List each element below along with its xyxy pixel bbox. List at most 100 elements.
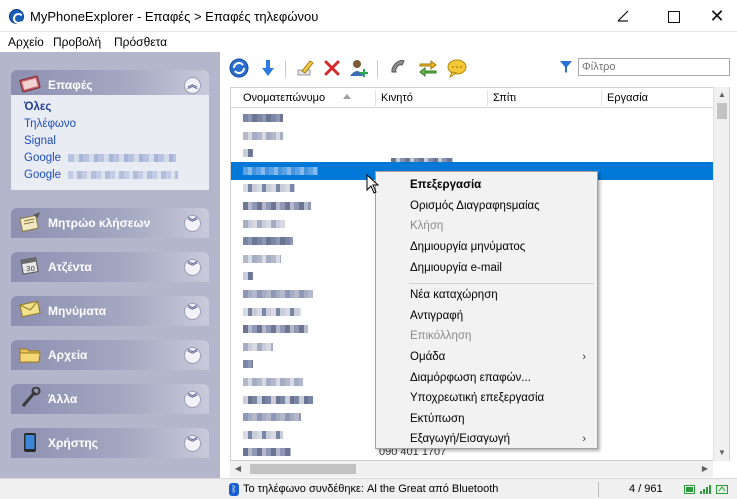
ctx-label: Αντιγραφή <box>410 310 464 322</box>
redacted-account <box>68 170 179 179</box>
ctx-force-edit[interactable]: Υποχρεωτική επεξεργασία <box>377 388 596 408</box>
redacted-contact-name <box>243 114 283 122</box>
ctx-new-entry[interactable]: Νέα καταχώρηση <box>377 285 596 305</box>
context-menu: Επεξεργασία Ορισμός Διαγραφηsμαίας Κλήση… <box>375 171 598 449</box>
sidebar-group-calendar[interactable]: 30 Ατζέντα ︾ <box>11 252 209 282</box>
redacted-contact-name <box>243 202 311 210</box>
menu-view[interactable]: Προβολή <box>53 35 101 49</box>
ctx-configure-contacts[interactable]: Διαμόρφωση επαφών... <box>377 368 596 388</box>
sync-icon[interactable] <box>417 58 439 80</box>
network-icon <box>716 485 728 494</box>
column-header-name[interactable]: Ονοματεπώνυμο <box>243 92 325 104</box>
filter-input[interactable] <box>578 58 730 76</box>
chevron-right-icon: › <box>582 433 586 445</box>
menu-file[interactable]: Αρχείο <box>8 35 44 49</box>
filter-google-1[interactable]: Google <box>24 152 177 164</box>
chevron-down-icon[interactable]: ︾ <box>184 435 201 452</box>
toolbar-separator <box>285 60 286 78</box>
column-header-home[interactable]: Σπίτι <box>493 92 516 104</box>
column-header-work[interactable]: Εργασία <box>607 92 648 104</box>
filter-funnel-icon <box>560 61 572 73</box>
call-icon[interactable] <box>387 58 409 80</box>
add-contact-icon[interactable] <box>348 58 370 80</box>
ctx-label: Νέα καταχώρηση <box>410 289 498 301</box>
sidebar-group-messages[interactable]: Μηνύματα ︾ <box>11 296 209 326</box>
ctx-separator <box>409 283 594 284</box>
ctx-export-import[interactable]: Εξαγωγή/Εισαγωγή › <box>377 429 596 449</box>
sidebar-group-files[interactable]: Αρχεία ︾ <box>11 340 209 370</box>
battery-icon <box>684 485 695 494</box>
vertical-scroll-thumb[interactable] <box>717 103 727 119</box>
sidebar-group-title: Χρήστης <box>48 436 98 450</box>
ctx-new-email[interactable]: Δημιουργία e-mail <box>377 258 596 278</box>
contacts-book-icon <box>17 73 43 97</box>
sidebar-group-title: Αρχεία <box>48 348 88 362</box>
ctx-copy[interactable]: Αντιγραφή <box>377 306 596 326</box>
chevron-down-icon[interactable]: ︾ <box>184 391 201 408</box>
delete-icon[interactable] <box>321 58 343 80</box>
ctx-label: Ομάδα <box>410 351 446 363</box>
edit-icon[interactable] <box>294 58 316 80</box>
menu-addons[interactable]: Πρόσθετα <box>114 35 167 49</box>
filter-all[interactable]: Όλες <box>24 101 51 113</box>
message-icon[interactable] <box>446 58 468 80</box>
redacted-contact-name <box>243 378 303 386</box>
sidebar-group-title: Μητρώο κλήσεων <box>48 216 151 230</box>
vertical-scrollbar[interactable]: ▲ ▼ <box>713 87 729 461</box>
contact-count: 4 / 961 <box>629 483 663 495</box>
table-header: Ονοματεπώνυμο Κινητό Σπίτι Εργασία <box>231 88 729 108</box>
sidebar-group-user[interactable]: Χρήστης ︾ <box>11 428 209 458</box>
ctx-label: Εξαγωγή/Εισαγωγή <box>410 433 511 445</box>
ctx-call[interactable]: Κλήση <box>377 216 596 236</box>
ctx-paste[interactable]: Επικόλληση <box>377 326 596 346</box>
scroll-up-icon[interactable]: ▲ <box>714 87 730 103</box>
chevron-down-icon[interactable]: ︾ <box>184 303 201 320</box>
maximize-button[interactable] <box>651 0 697 32</box>
sidebar-group-call-log[interactable]: Μητρώο κλήσεων ︾ <box>11 208 209 238</box>
ctx-print[interactable]: Εκτύπωση <box>377 409 596 429</box>
filter-google-2[interactable]: Google <box>24 169 179 181</box>
ctx-edit[interactable]: Επεξεργασία <box>377 175 596 195</box>
chevron-down-icon[interactable]: ︾ <box>184 347 201 364</box>
horizontal-scroll-thumb[interactable] <box>250 464 356 474</box>
ctx-label: Κλήση <box>410 220 444 232</box>
column-divider[interactable] <box>375 90 376 106</box>
filter-signal[interactable]: Signal <box>24 135 56 147</box>
redacted-contact-name <box>243 360 253 369</box>
sidebar-group-other[interactable]: Άλλα ︾ <box>11 384 209 414</box>
table-row[interactable] <box>231 109 717 127</box>
download-icon[interactable] <box>257 58 279 80</box>
ctx-group[interactable]: Ομάδα › <box>377 347 596 367</box>
table-row[interactable] <box>231 144 717 167</box>
redacted-contact-name <box>243 237 293 246</box>
scroll-right-icon[interactable]: ▶ <box>697 461 713 477</box>
column-header-mobile[interactable]: Κινητό <box>381 92 413 104</box>
column-divider[interactable] <box>487 90 488 106</box>
chevron-right-icon: › <box>582 351 586 363</box>
column-divider[interactable] <box>601 90 602 106</box>
window-title: MyPhoneExplorer - Επαφές > Επαφές τηλεφώ… <box>30 9 319 24</box>
ctx-new-message[interactable]: Δημιουργία μηνύματος <box>377 237 596 257</box>
redacted-account <box>68 153 177 162</box>
scroll-left-icon[interactable]: ◀ <box>230 461 246 477</box>
close-button[interactable]: ✕ <box>694 0 737 32</box>
bluetooth-icon: ᛒ <box>229 483 239 496</box>
chevron-down-icon[interactable]: ︾ <box>184 215 201 232</box>
refresh-icon[interactable] <box>228 58 250 80</box>
redacted-contact-name <box>243 272 253 281</box>
table-row[interactable] <box>231 127 717 145</box>
phone-device-icon <box>17 431 43 455</box>
chevron-up-icon[interactable]: ︽ <box>184 77 201 94</box>
ctx-label: Επικόλληση <box>410 330 472 342</box>
status-bar: ᛒ Το τηλέφωνο συνδέθηκε: Al the Great απ… <box>0 478 737 499</box>
redacted-contact-name <box>243 131 283 140</box>
chevron-down-icon[interactable]: ︾ <box>184 259 201 276</box>
horizontal-scrollbar[interactable]: ◀ ▶ <box>230 461 713 477</box>
scroll-down-icon[interactable]: ▼ <box>714 445 730 461</box>
minimize-button[interactable] <box>600 0 646 32</box>
filter-phone[interactable]: Τηλέφωνο <box>24 118 76 130</box>
title-bar: MyPhoneExplorer - Επαφές > Επαφές τηλεφώ… <box>0 0 737 32</box>
svg-text:30: 30 <box>26 265 35 273</box>
ctx-set-flag[interactable]: Ορισμός Διαγραφηsμαίας <box>377 196 596 216</box>
sidebar-group-title: Επαφές <box>48 78 93 92</box>
